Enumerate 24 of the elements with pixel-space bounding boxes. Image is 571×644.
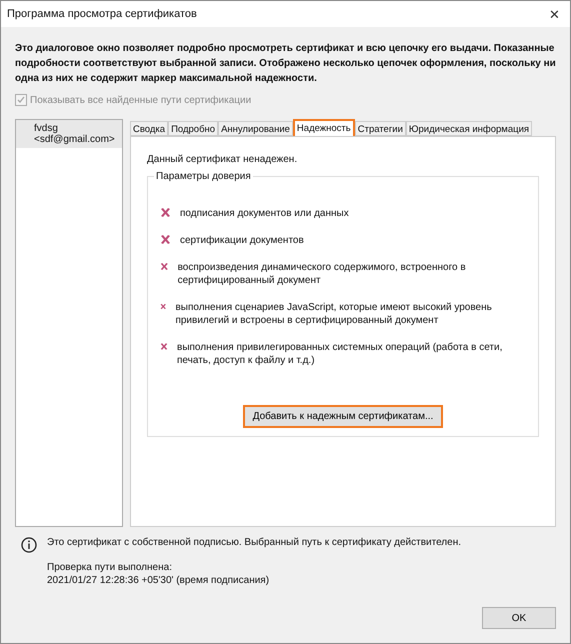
- trust-item-text: подписания документов или данных: [180, 207, 350, 220]
- tab[interactable]: Аннулирование: [218, 121, 293, 136]
- trust-item-text: выполнения привилегированных системных операций (работа в сети, печать, доступ к файлу и т.д.): [177, 341, 504, 367]
- group-title: Параметры доверия: [154, 171, 253, 182]
- list-item[interactable]: fvdsg <sdf@gmail.com>: [16, 120, 122, 148]
- intro-text: Это диалоговое окно позволяет подробно просмотреть сертификат и всю цепочку его выдачи. Показанные подробности соответствуют выбранной записи. Отображено несколько цепочек оформления, поскольку ни одна из них не содержит маркер максимальной надежности.: [15, 42, 556, 86]
- check-label: Проверка пути выполнена:: [47, 562, 173, 573]
- trust-item-text: выполнения сценариев JavaScript, которые имеют высокий уровень привилегий и встроены в сертифицированный документ: [175, 301, 493, 327]
- window-title: Программа просмотра сертификатов: [7, 8, 197, 20]
- ok-button[interactable]: OK: [482, 607, 556, 629]
- tab[interactable]: Юридическая информация: [406, 121, 532, 136]
- status-text: Данный сертификат ненадежен.: [147, 154, 298, 165]
- tab[interactable]: Сводка: [130, 121, 168, 136]
- info-message: Это сертификат с собственной подписью. Выбранный путь к сертификату действителен.: [47, 537, 461, 548]
- check-time: 2021/01/27 12:28:36 +05'30' (время подписания): [47, 575, 270, 586]
- tab[interactable]: Стратегии: [354, 121, 406, 136]
- checkbox-label: Показывать все найденные пути сертификации: [30, 94, 252, 106]
- tab[interactable]: Надежность: [292, 119, 355, 136]
- add-trusted-button[interactable]: Добавить к надежным сертификатам...: [242, 405, 444, 428]
- close-button[interactable]: ✕: [549, 6, 560, 22]
- tab[interactable]: Подробно: [168, 121, 218, 136]
- trust-item-text: воспроизведения динамического содержимого, встроенного в сертифицированный документ: [178, 261, 467, 287]
- trust-item-text: сертификации документов: [180, 234, 305, 247]
- info-icon: [21, 537, 37, 553]
